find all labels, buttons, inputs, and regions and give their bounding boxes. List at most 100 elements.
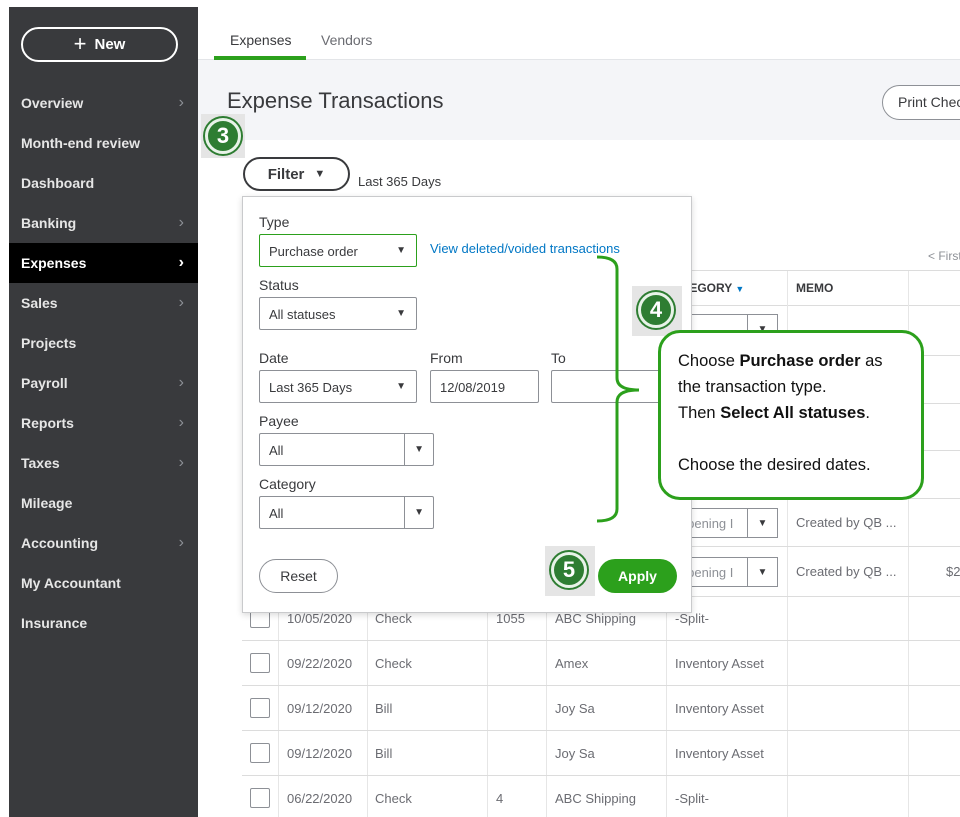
sidebar-item-expenses[interactable]: Expenses ›	[9, 243, 198, 283]
tab-expenses[interactable]: Expenses	[230, 32, 291, 48]
plus-icon: +	[73, 30, 87, 56]
sidebar-item-insurance[interactable]: Insurance	[9, 603, 198, 643]
type-select[interactable]: Purchase order ▼	[259, 234, 417, 267]
column-divider	[278, 596, 279, 817]
row-checkbox[interactable]	[250, 788, 270, 808]
to-label: To	[551, 350, 566, 366]
date-cell: 09/12/2020	[287, 701, 353, 716]
callout-text: Choose	[678, 352, 740, 370]
category-cell: Inventory Asset	[675, 656, 764, 671]
date-select-value: Last 365 Days	[269, 380, 353, 395]
status-select-value: All statuses	[269, 307, 336, 322]
sidebar-item-label: My Accountant	[21, 575, 121, 591]
date-label: Date	[259, 350, 289, 366]
sidebar-item-label: Mileage	[21, 495, 73, 511]
callout-line-1: Choose Purchase order as the transaction…	[678, 348, 907, 400]
from-label: From	[430, 350, 463, 366]
sidebar-item-label: Accounting	[21, 535, 98, 551]
combo-divider	[404, 497, 405, 528]
category-cell: -Split-	[675, 791, 709, 806]
memo-cell: Created by QB ...	[796, 564, 897, 579]
sidebar-item-overview[interactable]: Overview ›	[9, 83, 198, 123]
column-divider	[546, 596, 547, 817]
chevron-right-icon: ›	[178, 94, 184, 111]
status-label: Status	[259, 277, 299, 293]
sidebar-item-mileage[interactable]: Mileage	[9, 483, 198, 523]
reset-button[interactable]: Reset	[259, 559, 338, 593]
callout-line-2: Then Select All statuses.	[678, 400, 907, 426]
filter-button[interactable]: Filter ▼	[243, 157, 350, 191]
row-checkbox[interactable]	[250, 698, 270, 718]
sidebar-item-my-accountant[interactable]: My Accountant	[9, 563, 198, 603]
tab-vendors[interactable]: Vendors	[321, 32, 372, 48]
chevron-right-icon: ›	[178, 534, 184, 551]
sort-caret-icon: ▼	[735, 284, 745, 294]
type-cell: Check	[375, 656, 412, 671]
caret-down-icon: ▼	[747, 558, 777, 586]
chevron-right-icon: ›	[178, 374, 184, 391]
chevron-right-icon: ›	[178, 414, 184, 431]
callout-text: .	[865, 404, 871, 422]
payee-cell: ABC Shipping	[555, 611, 636, 626]
sidebar-item-label: Overview	[21, 95, 84, 111]
sidebar-item-taxes[interactable]: Taxes ›	[9, 443, 198, 483]
date-cell: 09/12/2020	[287, 746, 353, 761]
payee-cell: Amex	[555, 656, 589, 671]
type-cell: Check	[375, 611, 412, 626]
new-button[interactable]: + New	[21, 27, 178, 62]
category-cell: Inventory Asset	[675, 746, 764, 761]
sidebar-item-label: Dashboard	[21, 175, 95, 191]
sidebar-item-payroll[interactable]: Payroll ›	[9, 363, 198, 403]
type-label: Type	[259, 214, 290, 230]
chevron-right-icon: ›	[178, 294, 184, 311]
payee-select[interactable]: All ▼	[259, 433, 434, 466]
category-cell: Inventory Asset	[675, 701, 764, 716]
sidebar-item-label: Payroll	[21, 375, 68, 391]
date-cell: 10/05/2020	[287, 611, 353, 626]
row-checkbox[interactable]	[250, 653, 270, 673]
status-select[interactable]: All statuses ▼	[259, 297, 417, 330]
caret-down-icon: ▼	[396, 308, 406, 319]
memo-cell: Created by QB ...	[796, 515, 897, 530]
sidebar-item-label: Reports	[21, 415, 74, 431]
callout-bold-text: Select All statuses	[720, 404, 866, 422]
payee-select-value: All	[269, 443, 284, 458]
caret-down-icon: ▼	[747, 509, 777, 537]
callout-text: Then	[678, 404, 721, 422]
step-3-badge: 3	[205, 118, 241, 154]
sidebar-item-dashboard[interactable]: Dashboard	[9, 163, 198, 203]
chevron-right-icon: ›	[178, 454, 184, 471]
column-header-memo: MEMO	[796, 281, 834, 295]
category-filter-select[interactable]: All ▼	[259, 496, 434, 529]
column-divider	[487, 596, 488, 817]
sidebar-item-banking[interactable]: Banking ›	[9, 203, 198, 243]
type-cell: Bill	[375, 746, 393, 761]
sidebar-item-accounting[interactable]: Accounting ›	[9, 523, 198, 563]
sidebar-item-sales[interactable]: Sales ›	[9, 283, 198, 323]
sidebar-item-reports[interactable]: Reports ›	[9, 403, 198, 443]
pager-first-link[interactable]: < First	[928, 249, 960, 263]
view-deleted-link[interactable]: View deleted/voided transactions	[430, 241, 620, 256]
total-cell: $2	[946, 564, 960, 579]
instruction-callout: Choose Purchase order as the transaction…	[658, 330, 924, 500]
sidebar-item-label: Sales	[21, 295, 58, 311]
payee-cell: ABC Shipping	[555, 791, 636, 806]
sidebar-item-label: Banking	[21, 215, 77, 231]
from-date-input[interactable]: 12/08/2019	[430, 370, 539, 403]
row-border	[242, 730, 960, 731]
sidebar-item-label: Insurance	[21, 615, 88, 631]
sidebar: + New Overview › Month-end review Dashboa…	[9, 7, 198, 817]
caret-down-icon: ▼	[414, 507, 424, 518]
date-select[interactable]: Last 365 Days ▼	[259, 370, 417, 403]
row-checkbox[interactable]	[250, 743, 270, 763]
sidebar-item-projects[interactable]: Projects	[9, 323, 198, 363]
print-checks-button[interactable]: Print Checks	[882, 85, 960, 120]
category-filter-value: All	[269, 506, 284, 521]
caret-down-icon: ▼	[314, 168, 326, 180]
payee-cell: Joy Sa	[555, 746, 595, 761]
category-cell: -Split-	[675, 611, 709, 626]
caret-down-icon: ▼	[396, 245, 406, 256]
sidebar-item-month-end-review[interactable]: Month-end review	[9, 123, 198, 163]
sidebar-item-label: Month-end review	[21, 135, 141, 151]
apply-button[interactable]: Apply	[598, 559, 677, 593]
